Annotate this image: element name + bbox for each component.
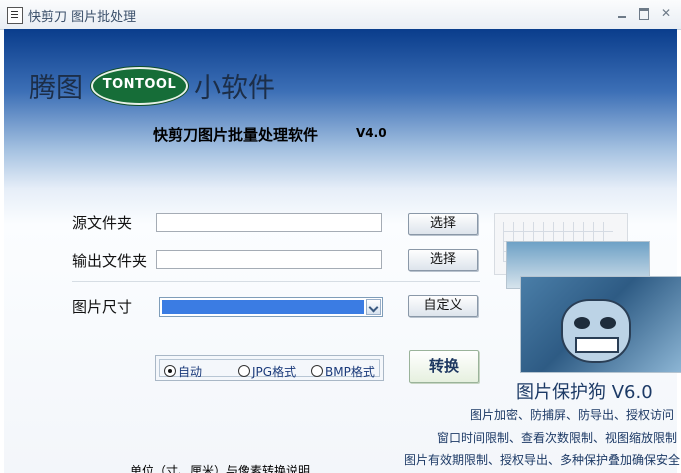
promo-line-2: 窗口时间限制、查看次数限制、视图缩放限制: [437, 431, 678, 445]
brand-right-text: 小软件: [194, 73, 275, 104]
brand-left-text: 腾图: [29, 73, 83, 104]
app-window: 快剪刀 图片批处理 ✕ 腾图 TONTOOL 小软件 快剪刀图片批量处理软件 V…: [0, 0, 681, 473]
promo-line-1: 图片加密、防捕屏、防导出、授权访问: [470, 408, 675, 422]
image-size-label: 图片尺寸: [72, 298, 133, 316]
radio-dot-icon: [164, 365, 176, 377]
format-radio-frame: 自动 JPG格式 BMP格式: [159, 359, 380, 380]
tontool-logo: TONTOOL: [91, 67, 188, 105]
radio-bmp[interactable]: BMP格式: [311, 363, 375, 380]
custom-size-button[interactable]: 自定义: [408, 295, 478, 317]
source-folder-input[interactable]: [156, 213, 382, 232]
title-bar[interactable]: 快剪刀 图片批处理 ✕: [0, 0, 681, 30]
product-version: V4.0: [356, 126, 387, 140]
convert-button[interactable]: 转换: [409, 350, 479, 383]
image-size-selected: [162, 300, 364, 314]
monster-face-icon-2: [600, 317, 616, 329]
maximize-icon[interactable]: [637, 6, 651, 20]
radio-jpg[interactable]: JPG格式: [238, 363, 296, 380]
radio-auto[interactable]: 自动: [164, 363, 202, 380]
promo-title[interactable]: 图片保护狗 V6.0: [516, 378, 653, 404]
monster-face-icon-3: [575, 337, 619, 353]
radio-dot-icon: [311, 365, 323, 377]
image-size-select[interactable]: [159, 297, 383, 317]
source-select-button[interactable]: 选择: [408, 213, 478, 235]
monster-face-icon: [561, 299, 631, 363]
radio-bmp-label: BMP格式: [325, 365, 375, 379]
unit-conversion-link[interactable]: 单位（寸、厘米）与像素转换说明: [130, 462, 310, 473]
chevron-down-icon[interactable]: [366, 299, 381, 315]
radio-jpg-label: JPG格式: [252, 365, 297, 379]
output-select-button[interactable]: 选择: [408, 249, 478, 271]
promo-line-3: 图片有效期限制、授权导出、多种保护叠加确保安全: [404, 453, 681, 467]
separator: [72, 281, 480, 282]
output-folder-label: 输出文件夹: [72, 252, 148, 270]
radio-dot-icon: [238, 365, 250, 377]
minimize-icon[interactable]: [615, 6, 629, 20]
logo-text: TONTOOL: [102, 77, 177, 92]
promo-image[interactable]: [494, 213, 681, 373]
product-title: 快剪刀图片批量处理软件: [153, 126, 319, 144]
close-icon[interactable]: ✕: [659, 6, 673, 20]
window-title: 快剪刀 图片批处理: [28, 10, 137, 25]
radio-auto-label: 自动: [178, 365, 203, 379]
source-folder-label: 源文件夹: [72, 214, 133, 232]
app-icon: [7, 7, 23, 24]
output-folder-input[interactable]: [156, 250, 382, 269]
format-radio-group: 自动 JPG格式 BMP格式: [155, 355, 384, 381]
monster-face-icon-1: [574, 317, 590, 329]
promo-image-front: [520, 276, 681, 373]
